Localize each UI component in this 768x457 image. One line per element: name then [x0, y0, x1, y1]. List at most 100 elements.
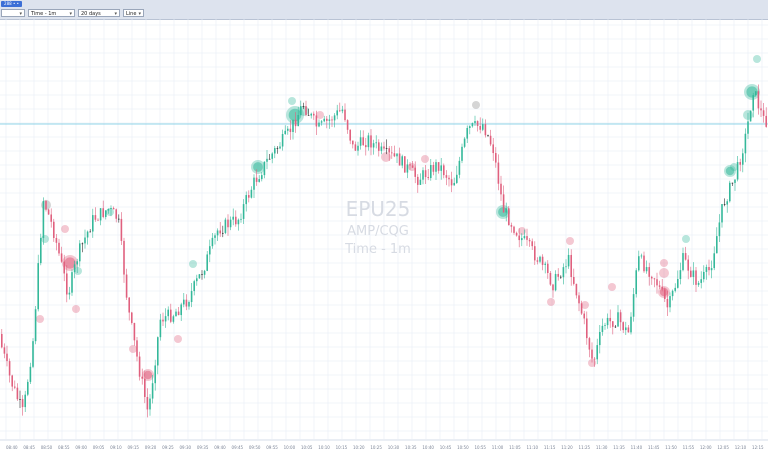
- time-tick-label: 09:20: [145, 445, 157, 450]
- price-chart[interactable]: EPU25 AMP/CQG Time - 1m 08:40 08:45 08:50 0…: [0, 19, 768, 457]
- candle-body: [326, 118, 328, 121]
- candle-body: [463, 138, 466, 147]
- candle-body: [606, 317, 609, 326]
- candle-body: [440, 165, 442, 171]
- time-tick-label: 10:55: [474, 445, 486, 450]
- candle-body: [339, 110, 341, 112]
- candle-body: [313, 113, 315, 116]
- candle-body: [79, 243, 81, 262]
- candle-body: [573, 277, 575, 284]
- chevron-down-icon: ▾: [114, 11, 117, 17]
- candle-body: [635, 270, 637, 295]
- timeframe-select[interactable]: Time - 1m ▾: [28, 9, 75, 17]
- candle-body: [458, 160, 461, 175]
- candle-body: [372, 143, 375, 148]
- candle-body: [193, 281, 195, 292]
- candle-body: [367, 135, 370, 148]
- candle-body: [73, 264, 76, 273]
- candle-body: [53, 221, 55, 238]
- volume-bubble: [608, 283, 616, 291]
- candle-body: [679, 270, 682, 280]
- time-tick-label: 08:50: [41, 445, 53, 450]
- chart-style-select[interactable]: Line ▾: [123, 9, 144, 17]
- candle-body: [674, 287, 676, 291]
- candle-body: [58, 242, 60, 254]
- candle-body: [261, 175, 263, 180]
- candle-body: [297, 114, 299, 127]
- symbol-select[interactable]: ▾: [1, 9, 25, 17]
- candle-body: [562, 267, 565, 278]
- candle-body: [362, 137, 364, 146]
- candle-body: [510, 225, 513, 227]
- lookback-select[interactable]: 20 days ▾: [78, 9, 120, 17]
- candle-body: [757, 91, 760, 109]
- candle-body: [112, 208, 115, 210]
- candle-body: [284, 130, 286, 135]
- candle-body: [414, 167, 416, 177]
- candle-body: [318, 122, 320, 127]
- candle-body: [315, 115, 318, 127]
- candle-body: [513, 226, 515, 233]
- candle-body: [84, 237, 86, 244]
- candle-body: [292, 119, 294, 132]
- candle-body: [99, 208, 102, 221]
- candle-body: [718, 222, 721, 237]
- candle-body: [310, 113, 312, 116]
- time-tick-label: 10:20: [353, 445, 365, 450]
- candle-body: [474, 121, 476, 124]
- app-badge[interactable]: 288 • • 7/9: [1, 1, 22, 7]
- candle-body: [528, 239, 531, 242]
- candle-body: [352, 140, 354, 145]
- candle-body: [653, 278, 656, 280]
- candle-body: [300, 106, 302, 115]
- candle-body: [125, 274, 128, 298]
- candle-body: [115, 209, 117, 219]
- candle-body: [89, 231, 91, 233]
- candle-body: [167, 309, 169, 317]
- candle-body: [164, 316, 167, 322]
- candle-body: [762, 110, 765, 116]
- candle-body: [541, 256, 544, 265]
- volume-bubble: [174, 335, 182, 343]
- candle-body: [471, 123, 474, 127]
- candle-body: [237, 219, 240, 225]
- candle-body: [8, 361, 11, 376]
- candle-body: [177, 311, 180, 316]
- time-tick-label: 09:40: [214, 445, 226, 450]
- candle-body: [391, 152, 393, 154]
- candle-body: [721, 204, 723, 223]
- candle-body: [185, 299, 188, 307]
- candle-body: [365, 145, 367, 148]
- candle-body: [175, 311, 177, 317]
- time-tick-label: 08:55: [58, 445, 70, 450]
- volume-bubble-core: [288, 108, 302, 122]
- candle-body: [497, 162, 500, 184]
- candle-body: [583, 313, 585, 319]
- candle-body: [120, 218, 123, 241]
- candle-body: [266, 158, 268, 162]
- candle-body: [502, 194, 505, 213]
- candle-body: [744, 133, 747, 154]
- time-tick-label: 09:45: [232, 445, 244, 450]
- candle-body: [268, 158, 271, 160]
- candle-body: [630, 316, 632, 333]
- candle-body: [619, 312, 622, 323]
- time-tick-label: 10:25: [370, 445, 382, 450]
- candle-body: [219, 230, 221, 234]
- candle-body: [716, 236, 718, 254]
- candle-body: [133, 322, 136, 341]
- candle-body: [378, 142, 380, 151]
- candle-body: [118, 218, 120, 220]
- candle-body: [427, 177, 429, 179]
- candle-body: [476, 121, 479, 127]
- candle-body: [448, 177, 450, 180]
- candle-body: [723, 204, 726, 205]
- time-tick-label: 09:25: [162, 445, 174, 450]
- candle-body: [245, 195, 247, 205]
- candle-body: [138, 356, 141, 377]
- candle-body: [734, 179, 736, 183]
- candle-body: [669, 296, 671, 308]
- candle-body: [40, 237, 42, 264]
- candle-body: [521, 238, 523, 241]
- candle-body: [401, 156, 403, 166]
